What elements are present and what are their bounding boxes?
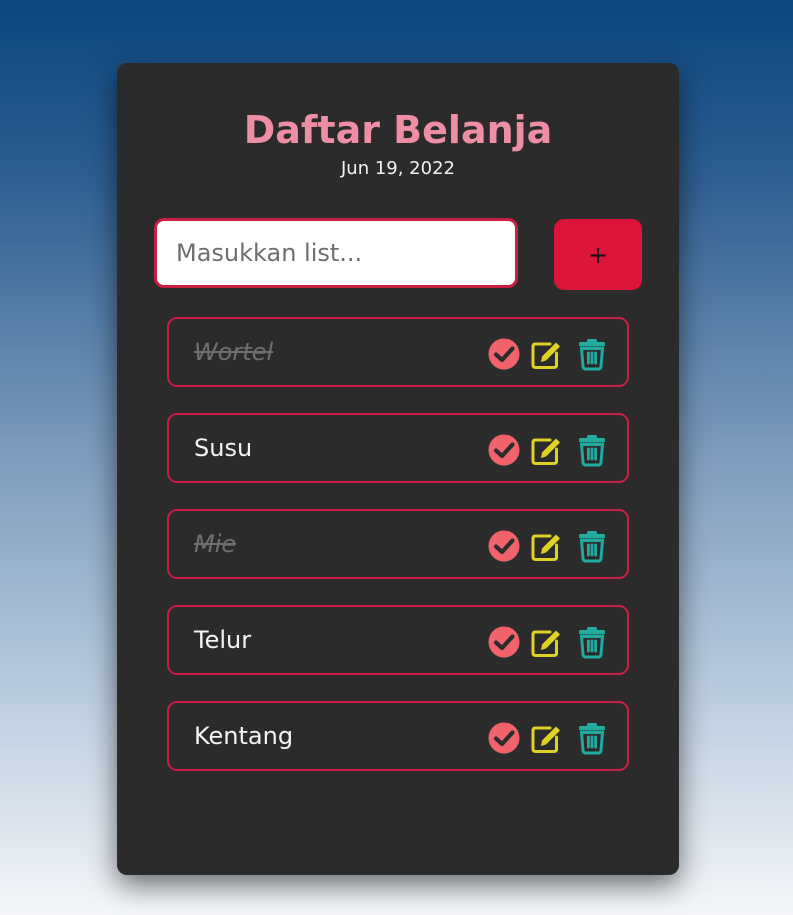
check-circle-icon[interactable] xyxy=(487,721,521,755)
check-circle-icon[interactable] xyxy=(487,433,521,467)
edit-icon[interactable] xyxy=(529,721,563,755)
shopping-list-card: Daftar Belanja Jun 19, 2022 + Wortel Sus… xyxy=(117,63,679,875)
trash-icon[interactable] xyxy=(575,721,609,755)
check-circle-icon[interactable] xyxy=(487,625,521,659)
edit-icon[interactable] xyxy=(529,625,563,659)
list-item-label: Susu xyxy=(194,434,253,462)
trash-icon[interactable] xyxy=(575,625,609,659)
item-input[interactable] xyxy=(154,218,518,288)
list-item: Susu xyxy=(167,413,629,483)
edit-icon[interactable] xyxy=(529,337,563,371)
check-circle-icon[interactable] xyxy=(487,529,521,563)
list-item: Mie xyxy=(167,509,629,579)
list-item: Telur xyxy=(167,605,629,675)
edit-icon[interactable] xyxy=(529,433,563,467)
list-item-label: Telur xyxy=(194,626,252,654)
check-circle-icon[interactable] xyxy=(487,337,521,371)
trash-icon[interactable] xyxy=(575,337,609,371)
list-item-label: Wortel xyxy=(194,338,274,366)
date-label: Jun 19, 2022 xyxy=(340,158,455,179)
trash-icon[interactable] xyxy=(575,529,609,563)
list-item-label: Mie xyxy=(194,530,237,558)
add-item-button[interactable]: + xyxy=(554,219,642,290)
edit-icon[interactable] xyxy=(529,529,563,563)
trash-icon[interactable] xyxy=(575,433,609,467)
list-item-label: Kentang xyxy=(194,722,294,750)
list-item: Kentang xyxy=(167,701,629,771)
list-item: Wortel xyxy=(167,317,629,387)
page-title: Daftar Belanja xyxy=(243,108,553,152)
